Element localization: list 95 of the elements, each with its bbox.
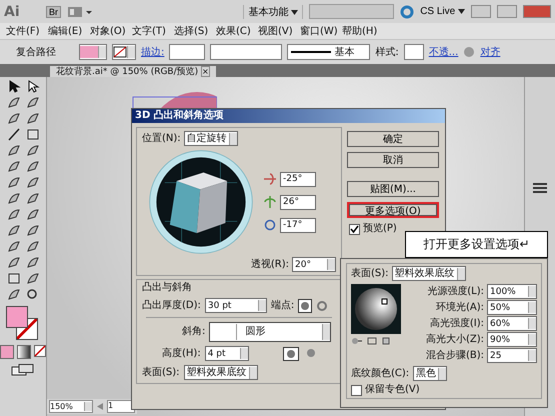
menu-item[interactable]: 编辑(E): [48, 24, 90, 38]
perspective-label: 透视(R):: [250, 258, 289, 270]
artboard-tool-icon[interactable]: [6, 272, 20, 285]
depth-field[interactable]: 30 pt: [204, 298, 267, 313]
direct-tool-icon[interactable]: [26, 80, 40, 93]
dialog-button[interactable]: 更多选项(O): [347, 202, 439, 218]
none-mode-icon[interactable]: [34, 345, 46, 357]
select-tool-icon[interactable]: [6, 80, 20, 93]
rotation-field[interactable]: -25°: [280, 172, 316, 186]
menu-item[interactable]: 帮助(H): [342, 24, 384, 38]
fill-swatch[interactable]: [79, 44, 107, 60]
lighting-setting-label: 高光强度(I):: [430, 318, 484, 330]
caret-icon: [291, 10, 298, 14]
yaw-rotation-icon: [264, 196, 276, 208]
preview-label: 预览(P): [363, 223, 397, 235]
position-label: 位置(N):: [142, 132, 181, 144]
zoom-field[interactable]: 150%: [49, 400, 93, 413]
pitch-rotation-icon: [264, 173, 276, 185]
caret-icon: [458, 9, 465, 14]
surface-label: 表面(S):: [142, 366, 180, 378]
lighting-setting-field[interactable]: 25: [487, 348, 537, 363]
rotation-field[interactable]: -17°: [280, 218, 316, 232]
dialog-title: 3D 凸出和斜角选项: [132, 109, 445, 123]
callout-note: 打开更多设置选项↵: [405, 231, 548, 258]
menu-item[interactable]: 效果(C): [216, 24, 258, 38]
menu-item[interactable]: 文件(F): [6, 24, 48, 38]
dialog-button[interactable]: 贴图(M)...: [347, 181, 439, 197]
cs-live-button[interactable]: CS Live: [420, 6, 465, 17]
bevel-label: 斜角:: [182, 326, 206, 338]
workspace-dropdown[interactable]: 基本功能: [243, 4, 304, 18]
app-logo: Ai: [4, 4, 21, 20]
dialog-button[interactable]: 取消: [347, 152, 439, 168]
stroke-weight-dropdown[interactable]: [169, 44, 206, 60]
height-label: 高度(H):: [162, 348, 201, 360]
lighting-setting-field[interactable]: 60%: [487, 316, 537, 331]
lighting-surface-label: 表面(S):: [351, 268, 389, 280]
ring-icon: [400, 4, 414, 18]
stroke-swatch[interactable]: [112, 44, 136, 60]
menu-item[interactable]: 选择(S): [174, 24, 216, 38]
depth-label: 凸出厚度(D):: [142, 300, 201, 312]
position-dropdown[interactable]: 自定旋转: [184, 131, 238, 146]
color-mode-icon[interactable]: [0, 345, 14, 359]
spot-color-label: 保留专色(V): [365, 384, 420, 396]
roll-rotation-icon: [264, 219, 276, 231]
extrude-title: 凸出与斜角: [142, 282, 193, 294]
menu-item[interactable]: 文字(T): [132, 24, 174, 38]
object-type-label: 复合路径: [16, 46, 56, 59]
cap-off-icon[interactable]: [316, 300, 328, 312]
lighting-setting-label: 环境光(A):: [436, 302, 484, 314]
layout-icon[interactable]: [67, 6, 93, 18]
surface-dropdown[interactable]: 塑料效果底纹: [184, 365, 258, 380]
lighting-setting-label: 混合步骤(B):: [426, 350, 484, 362]
light-back-icon[interactable]: [351, 336, 363, 345]
panel-menu-icon[interactable]: [532, 182, 548, 194]
preview-checkbox[interactable]: [349, 224, 360, 234]
lighting-setting-field[interactable]: 50%: [487, 300, 537, 315]
height-field[interactable]: 4 pt: [204, 346, 249, 361]
spot-color-checkbox[interactable]: [351, 384, 362, 396]
rotation-field[interactable]: 26°: [280, 194, 316, 210]
bridge-button[interactable]: Br: [46, 6, 61, 18]
variable-width-dropdown[interactable]: [210, 44, 282, 60]
search-field[interactable]: [309, 4, 394, 19]
stroke-link[interactable]: 描边:: [141, 45, 164, 59]
trackball-drawing[interactable]: [148, 149, 254, 255]
align-link[interactable]: 对齐: [480, 45, 500, 59]
gradient-mode-icon[interactable]: [17, 345, 31, 359]
bevel-dropdown[interactable]: 圆形: [209, 322, 332, 342]
lighting-setting-field[interactable]: 100%: [487, 284, 537, 299]
cap-label: 端点:: [270, 300, 294, 312]
menu-item[interactable]: 窗口(W): [300, 24, 342, 38]
lighting-setting-field[interactable]: 90%: [487, 332, 537, 347]
shading-color-label: 底纹颜色(C):: [351, 368, 410, 380]
menu-item[interactable]: 对象(O): [90, 24, 132, 38]
bevel-out-icon[interactable]: [282, 346, 299, 360]
opacity-link[interactable]: 不透...: [428, 45, 458, 59]
cap-on-icon[interactable]: [298, 298, 312, 312]
perspective-field[interactable]: 20°: [292, 257, 336, 272]
lighting-setting-label: 光源强度(L):: [427, 286, 484, 298]
menu-item[interactable]: 视图(V): [258, 24, 300, 38]
dialog-button[interactable]: 确定: [347, 131, 439, 147]
rect-tool-icon[interactable]: [26, 128, 40, 141]
document-tab[interactable]: 花纹背景.ai* @ 150% (RGB/预览) ×: [50, 66, 216, 77]
style-dropdown[interactable]: [404, 44, 424, 60]
lighting-surface-dropdown[interactable]: 塑料效果底纹: [392, 266, 466, 281]
lighting-setting-label: 高光大小(Z):: [426, 334, 484, 346]
line-tool-icon[interactable]: [6, 128, 20, 141]
shading-color-dropdown[interactable]: 黑色: [413, 366, 448, 381]
fill-stroke-drawing[interactable]: [6, 306, 40, 340]
delete-light-icon[interactable]: [381, 336, 391, 345]
screen-mode-icon[interactable]: [11, 364, 35, 376]
style-label: 样式:: [375, 46, 399, 59]
zoom-tool-icon[interactable]: [26, 288, 40, 301]
new-light-icon[interactable]: [367, 336, 377, 345]
light-sphere-drawing[interactable]: [351, 284, 401, 334]
stroke-profile-dropdown[interactable]: 基本: [287, 44, 370, 60]
